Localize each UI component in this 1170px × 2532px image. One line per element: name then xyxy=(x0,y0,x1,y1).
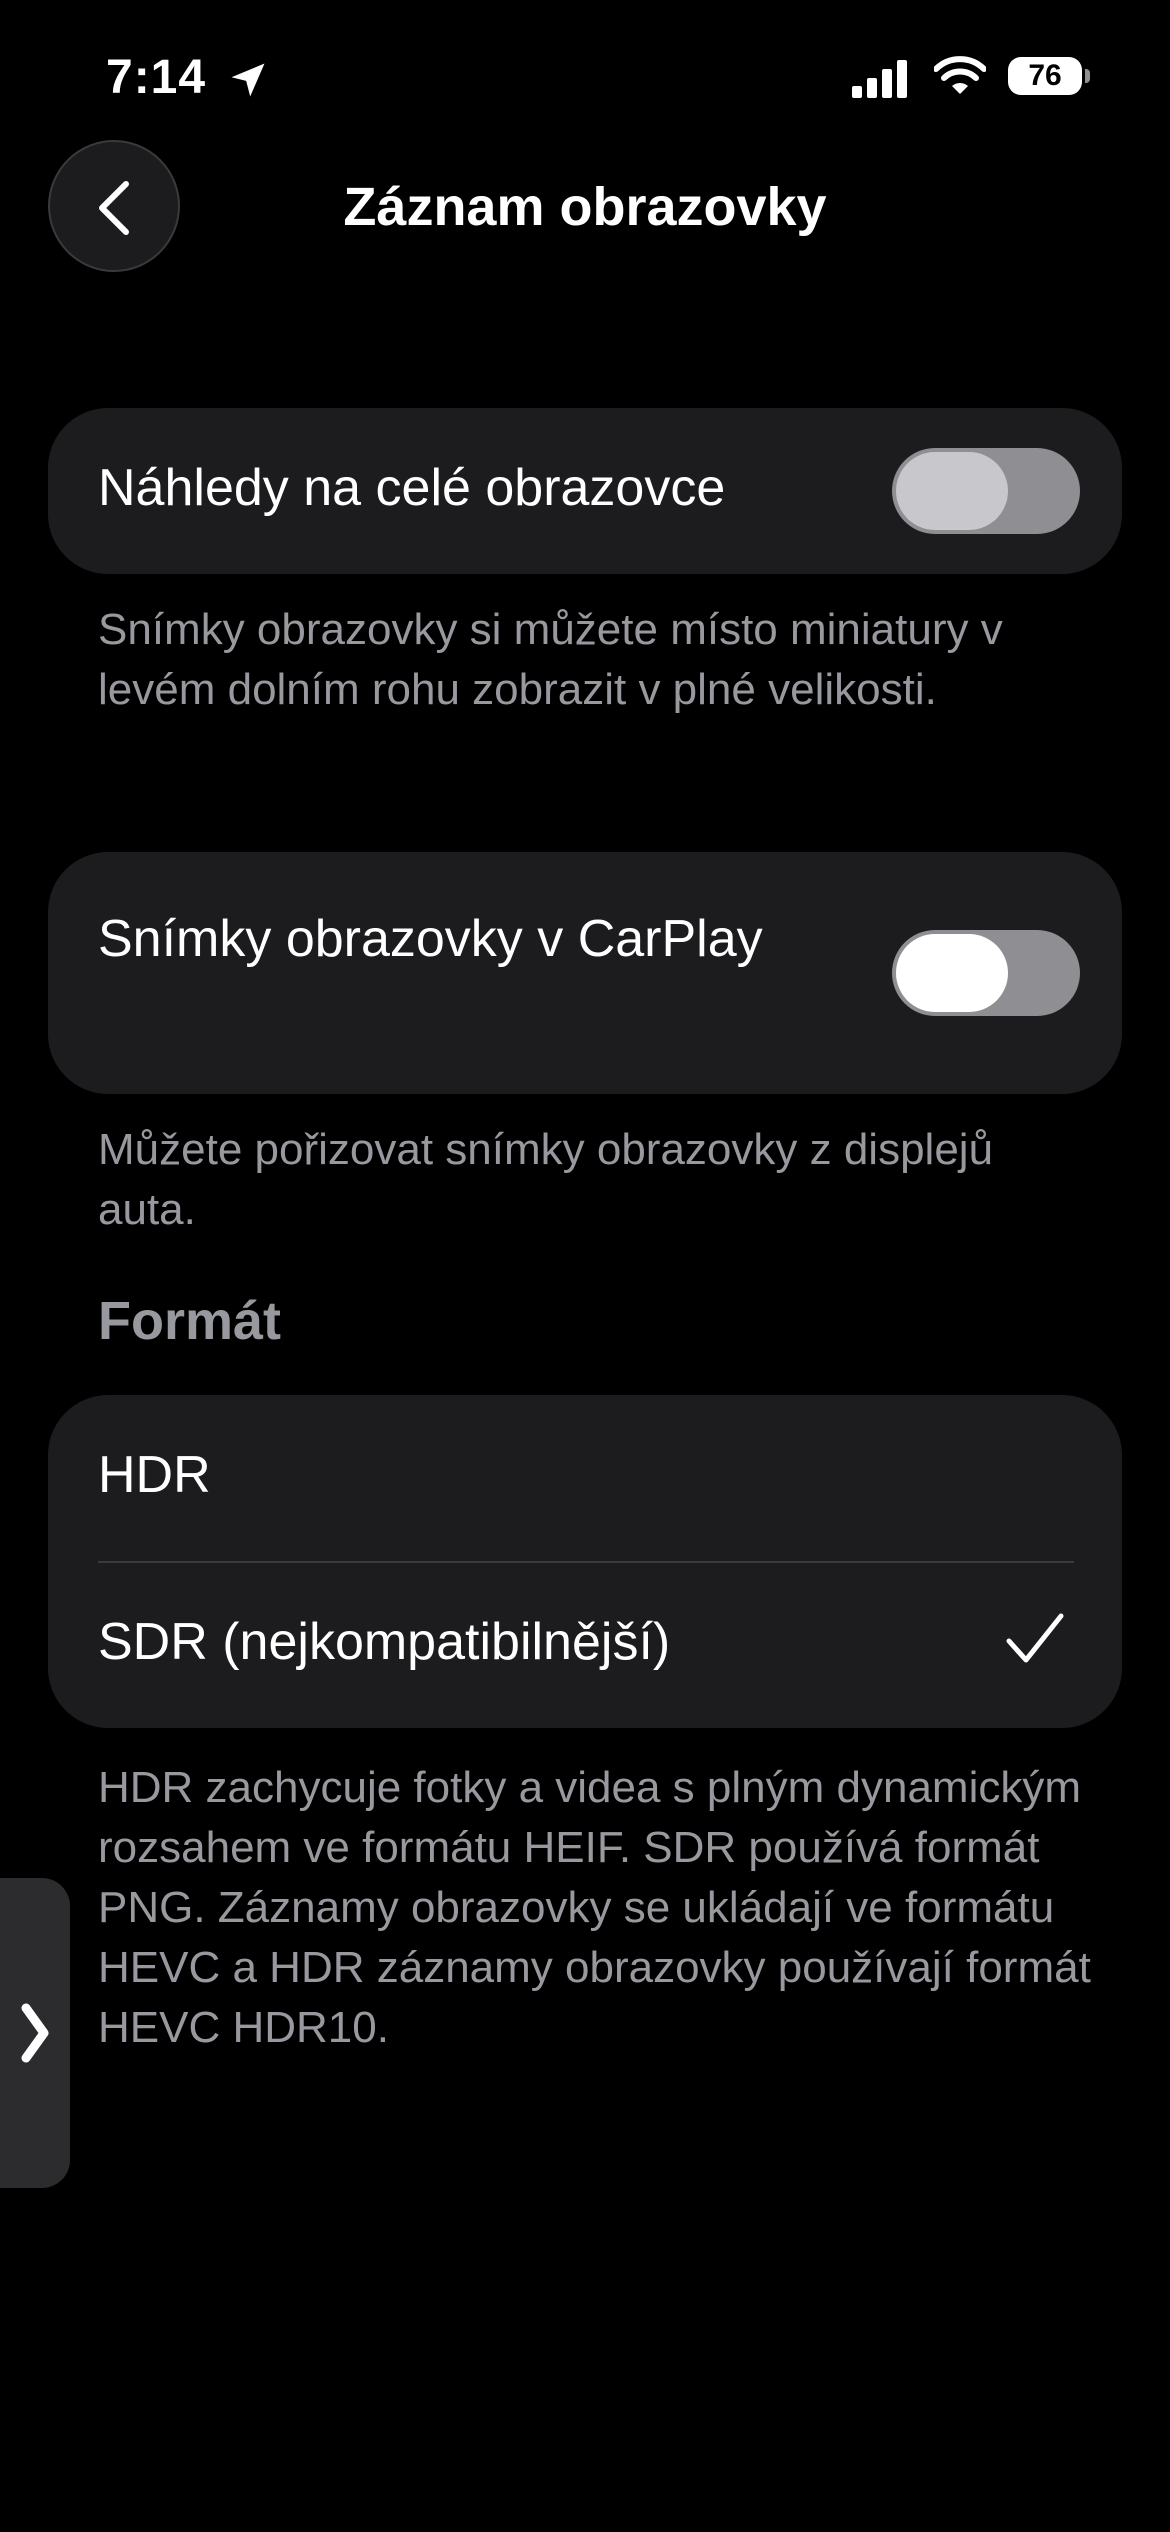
battery-level: 76 xyxy=(1008,57,1082,95)
carplay-screenshots-label: Snímky obrazovky v CarPlay xyxy=(98,910,763,968)
carplay-screenshots-footnote: Můžete pořizovat snímky obrazovky z disp… xyxy=(98,1125,994,1234)
location-arrow-icon xyxy=(231,63,265,97)
carplay-screenshots-row: Snímky obrazovky v CarPlay xyxy=(48,852,1122,1094)
side-panel-handle[interactable] xyxy=(0,1878,70,2188)
toggle-knob xyxy=(896,452,1008,530)
chevron-right-icon xyxy=(21,2003,49,2063)
format-footnote: HDR zachycuje fotky a videa s plným dyna… xyxy=(98,1763,1091,2052)
fullscreen-previews-row: Náhledy na celé obrazovce xyxy=(48,408,1122,574)
fullscreen-previews-footnote: Snímky obrazovky si můžete místo miniatu… xyxy=(98,605,1003,714)
toggle-knob xyxy=(896,934,1008,1012)
format-options-group: HDR SDR (nejkompatibilnější) xyxy=(48,1395,1122,1728)
cellular-signal-icon xyxy=(852,60,907,98)
battery-indicator: 76 xyxy=(1008,57,1090,95)
battery-cap xyxy=(1085,69,1090,83)
checkmark-icon xyxy=(1006,1613,1064,1663)
fullscreen-previews-toggle[interactable] xyxy=(892,448,1080,534)
status-bar: 7:14 76 xyxy=(0,0,1170,150)
fullscreen-previews-label: Náhledy na celé obrazovce xyxy=(98,459,726,517)
format-section-header: Formát xyxy=(98,1291,282,1351)
carplay-screenshots-toggle[interactable] xyxy=(892,930,1080,1016)
page-title: Záznam obrazovky xyxy=(343,177,827,237)
format-option-label: SDR (nejkompatibilnější) xyxy=(98,1613,671,1671)
format-option-sdr[interactable]: SDR (nejkompatibilnější) xyxy=(48,1562,1122,1728)
status-time: 7:14 xyxy=(106,51,207,104)
format-option-hdr[interactable]: HDR xyxy=(48,1395,1122,1563)
wifi-icon xyxy=(934,56,986,94)
format-option-label: HDR xyxy=(98,1446,211,1504)
